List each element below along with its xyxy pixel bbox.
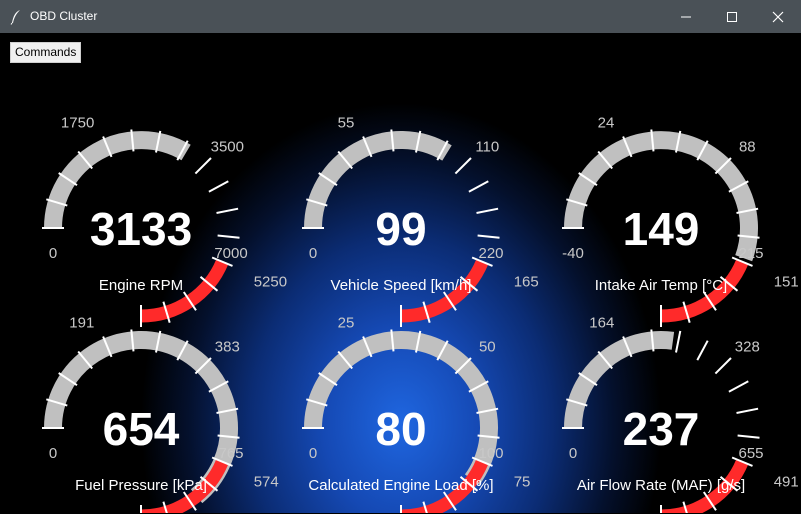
gauge-scale-label: 100 xyxy=(478,445,503,462)
gauge-scale-label: 164 xyxy=(589,314,614,331)
gauge-tick xyxy=(477,234,500,239)
gauge-title: Calculated Engine Load [%] xyxy=(308,477,493,494)
gauge: 0 1750 3500 5250 7000 3133 Engine RPM xyxy=(42,114,287,327)
gauge-scale-label: 5250 xyxy=(254,274,287,291)
gauge-scale-label: 50 xyxy=(479,339,496,356)
gauge: 0 164 328 491 655 237 Air Flow Rate (MAF) [g/s… xyxy=(562,314,799,513)
window-title: OBD Cluster xyxy=(30,9,98,23)
gauge-title: Fuel Pressure [kPa] xyxy=(75,477,207,494)
gauge-scale-label: 220 xyxy=(478,245,503,262)
gauge-scale-label: 165 xyxy=(514,274,539,291)
gauge-scale-label: -40 xyxy=(562,245,584,262)
gauge-value: 80 xyxy=(375,403,426,455)
feather-icon xyxy=(10,10,20,25)
gauge-scale-label: 3500 xyxy=(211,139,244,156)
gauge-tick xyxy=(454,157,472,175)
gauge: 0 55 110 165 220 99 Vehicle Speed [km/h] xyxy=(302,114,539,327)
title-bar[interactable]: OBD Cluster xyxy=(0,0,801,33)
gauge-scale-label: 88 xyxy=(739,139,756,156)
gauge-scale-label: 24 xyxy=(598,114,615,131)
gauge-scale-label: 25 xyxy=(338,314,355,331)
gauge-scale-label: 1750 xyxy=(61,114,94,131)
close-button[interactable] xyxy=(755,0,801,33)
gauge-scale-label: 574 xyxy=(254,474,279,491)
gauge-value: 237 xyxy=(623,403,700,455)
gauge-tick xyxy=(728,380,749,393)
gauge-value: 99 xyxy=(375,203,426,255)
gauge-tick xyxy=(675,330,682,353)
dashboard-area: Commands 0 1750 3500 5250 7000 3133 Engine RPM… xyxy=(1,33,800,513)
gauge-scale-label: 0 xyxy=(49,445,57,462)
maximize-button[interactable] xyxy=(709,0,755,33)
gauge-tick xyxy=(468,180,489,193)
gauge-scale-label: 491 xyxy=(774,474,799,491)
gauge: -40 24 88 151 215 149 Intake Air Temp [°C] xyxy=(562,114,799,327)
gauge-tick xyxy=(194,157,212,175)
gauge-scale-label: 328 xyxy=(735,339,760,356)
app-window: OBD Cluster Commands 0 1750 3500 5250 7000 31… xyxy=(0,0,801,514)
gauge-title: Vehicle Speed [km/h] xyxy=(331,277,472,294)
gauge-value: 149 xyxy=(623,203,700,255)
gauge-scale-label: 655 xyxy=(738,445,763,462)
gauge-scale-label: 0 xyxy=(569,445,577,462)
minimize-button[interactable] xyxy=(663,0,709,33)
gauge-scale-label: 191 xyxy=(69,314,94,331)
gauge-value: 654 xyxy=(103,403,180,455)
gauge: 0 191 383 574 765 654 Fuel Pressure [kPa] xyxy=(42,314,279,513)
gauge-cluster: 0 1750 3500 5250 7000 3133 Engine RPM 0 55 110 165… xyxy=(42,114,799,513)
gauge-scale-label: 7000 xyxy=(214,245,247,262)
gauge-scale-label: 0 xyxy=(49,245,57,262)
maximize-icon xyxy=(727,11,737,22)
gauge-tick xyxy=(217,234,240,239)
gauge-scale-label: 0 xyxy=(309,445,317,462)
gauge-scale-label: 0 xyxy=(309,245,317,262)
gauge-value: 3133 xyxy=(90,203,192,255)
gauge-tick xyxy=(216,207,239,214)
gauge-scale-label: 383 xyxy=(215,339,240,356)
gauge-scale-label: 55 xyxy=(338,114,355,131)
gauge-title: Intake Air Temp [°C] xyxy=(595,277,727,294)
gauge-tick xyxy=(714,357,732,375)
gauge-scale-label: 765 xyxy=(218,445,243,462)
gauge-scale-label: 215 xyxy=(738,245,763,262)
close-icon xyxy=(772,11,784,22)
gauge-tick xyxy=(696,340,709,361)
gauge-title: Engine RPM xyxy=(99,277,183,294)
gauge-title: Air Flow Rate (MAF) [g/s] xyxy=(577,477,745,494)
gauge-scale-label: 151 xyxy=(774,274,799,291)
gauge-scale-label: 75 xyxy=(514,474,531,491)
gauge-scale-label: 110 xyxy=(475,139,499,156)
gauge: 0 25 50 75 100 80 Calculated Engine Load [%] xyxy=(302,314,530,513)
gauge-tick xyxy=(737,434,760,439)
minimize-icon xyxy=(681,16,691,17)
gauge-tick xyxy=(208,180,229,193)
gauge-tick xyxy=(476,207,499,214)
gauge-tick xyxy=(736,407,759,414)
